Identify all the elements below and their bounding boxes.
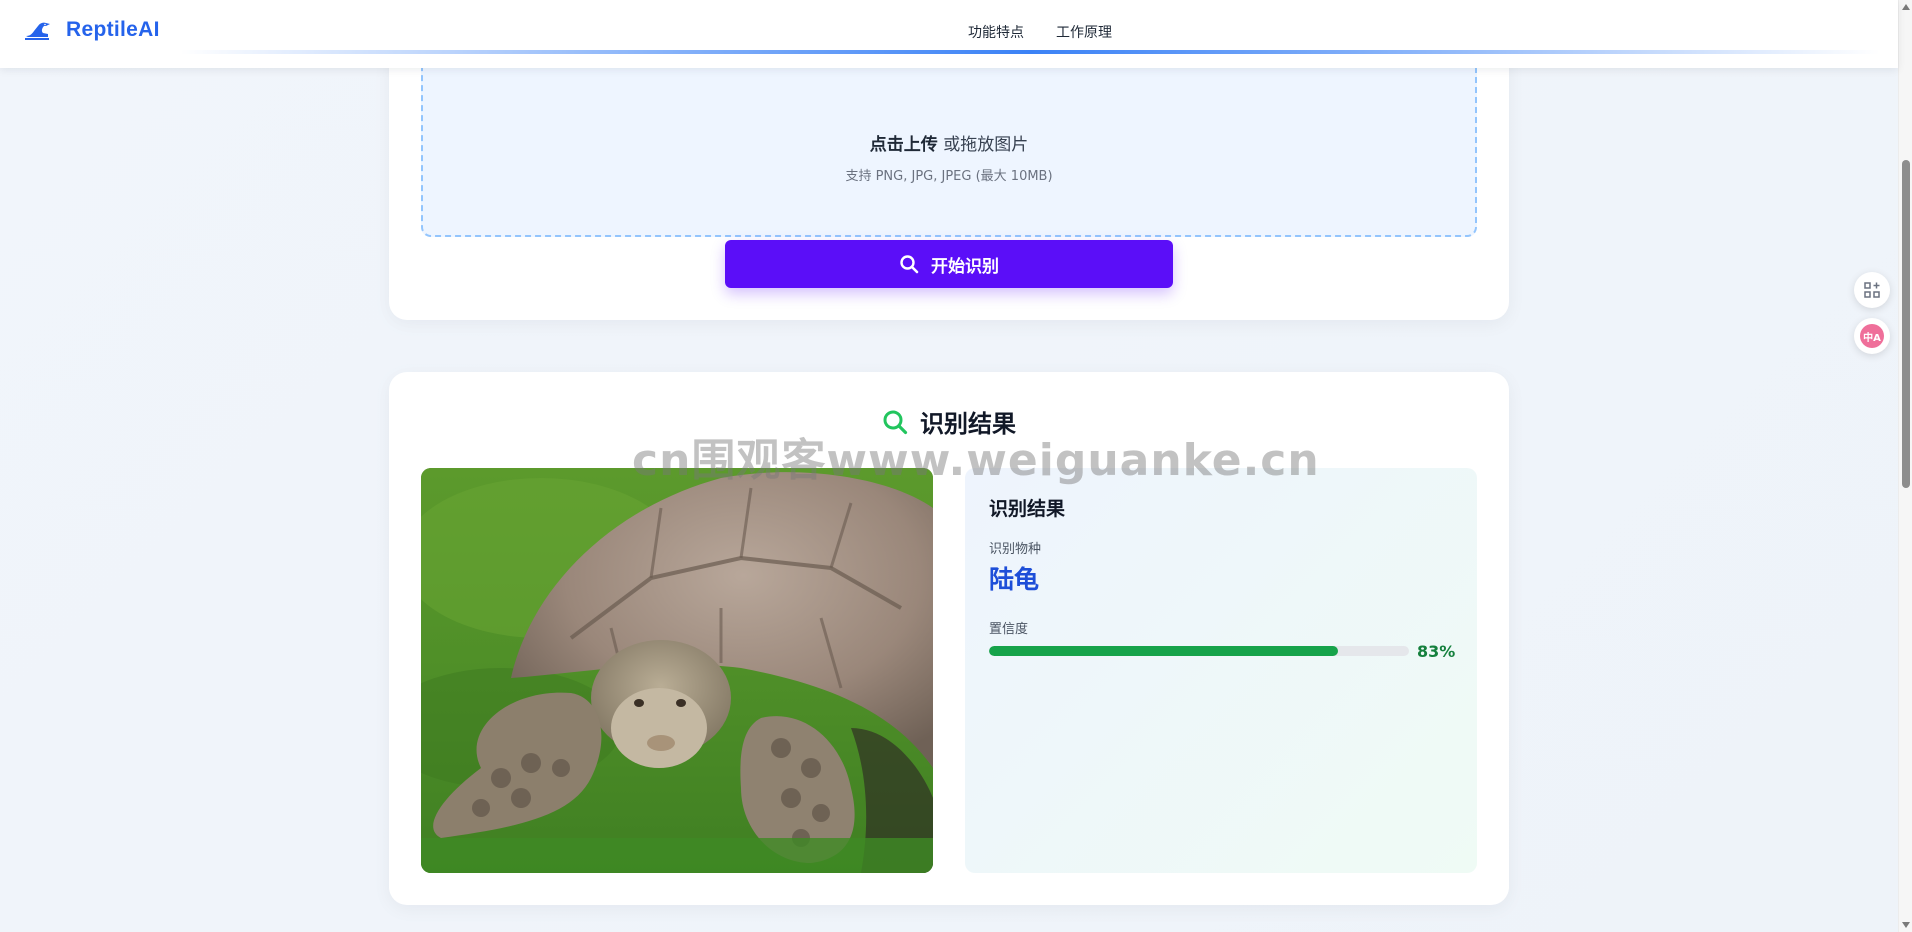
result-info-panel: 识别结果 识别物种 陆龟 置信度 83% [965,468,1477,873]
result-heading: 识别结果 [389,404,1509,439]
search-icon [900,255,919,274]
confidence-value: 83% [1417,642,1456,661]
upload-dropzone[interactable]: 点击上传 或拖放图片 支持 PNG, JPG, JPEG (最大 10MB) [421,60,1477,237]
tortoise-image [421,468,933,873]
start-recognition-button[interactable]: 开始识别 [725,240,1173,288]
result-heading-text: 识别结果 [920,410,1016,438]
dropzone-title: 点击上传 或拖放图片 [423,130,1475,155]
search-icon [883,410,908,434]
dropzone-hint: 支持 PNG, JPG, JPEG (最大 10MB) [845,169,1053,184]
uploaded-photo [421,468,933,873]
species-label: 识别物种 [989,542,1042,557]
info-panel-title: 识别结果 [989,498,1066,520]
side-tool-translate[interactable]: 中A [1854,318,1890,354]
confidence-label: 置信度 [989,622,1029,637]
translate-icon: 中A [1860,324,1884,348]
dropzone-title-rest: 或拖放图片 [937,135,1029,155]
species-value: 陆龟 [989,565,1040,594]
dropzone-title-strong: 点击上传 [869,135,938,155]
scroll-thumb[interactable] [1902,160,1910,488]
scroll-up-arrow-icon[interactable] [1902,4,1910,10]
confidence-progress-bar [989,646,1409,656]
start-button-label: 开始识别 [931,256,999,276]
main-nav: 功能特点 工作原理 [968,22,1112,42]
brand-logo[interactable]: ReptileAI [24,18,160,42]
nav-features[interactable]: 功能特点 [968,22,1024,42]
page-scrollbar[interactable] [1898,0,1912,932]
confidence-progress-fill [989,646,1338,656]
scroll-down-arrow-icon[interactable] [1902,922,1910,928]
result-card: 识别结果 识别结果 识别物种 陆龟 置信度 83% [389,372,1509,905]
nav-how-it-works[interactable]: 工作原理 [1056,22,1112,42]
header-accent-line [180,50,1880,54]
grid-plus-icon [1864,282,1880,298]
side-tool-apps[interactable] [1854,272,1890,308]
top-header: ReptileAI 功能特点 工作原理 [0,0,1898,68]
brand-name: ReptileAI [66,18,160,41]
reptile-logo-icon [25,22,50,40]
